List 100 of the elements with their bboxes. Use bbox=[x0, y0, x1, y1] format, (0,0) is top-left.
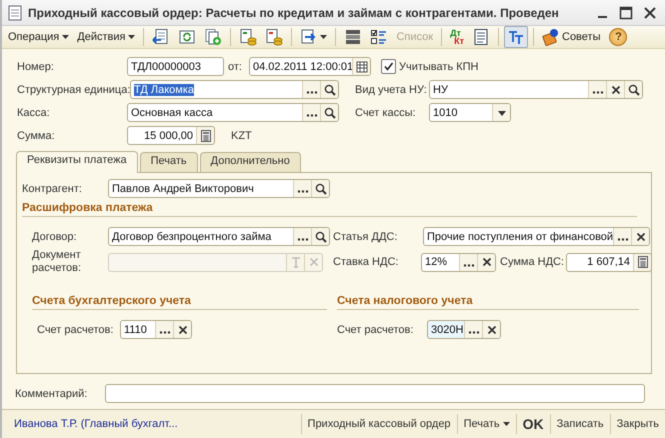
report-icon bbox=[472, 28, 490, 46]
search-icon bbox=[314, 182, 328, 196]
vat-amount-field[interactable]: 1 607,14 bbox=[566, 252, 652, 272]
cashbox-field[interactable]: Основная касса bbox=[127, 103, 339, 122]
ellipsis-icon bbox=[592, 91, 604, 94]
tab[interactable]: Печать bbox=[140, 152, 198, 172]
ellipsis-icon bbox=[468, 331, 480, 334]
vat-rate-field[interactable]: 12% bbox=[421, 252, 496, 272]
field-label: Счет кассы: bbox=[355, 106, 417, 118]
tab[interactable]: Реквизиты платежа bbox=[16, 151, 138, 173]
cash-flow-item-field[interactable]: Прочие поступления от финансовой bbox=[423, 227, 650, 246]
cash-account-field[interactable]: 1010 bbox=[429, 103, 511, 122]
caret-icon bbox=[502, 422, 510, 426]
field-label: Сумма: bbox=[17, 130, 56, 142]
search-icon bbox=[322, 106, 336, 120]
select-button[interactable] bbox=[464, 321, 482, 338]
clear-button[interactable] bbox=[631, 228, 649, 245]
contract-field[interactable]: Договор безпроцентного займа bbox=[108, 227, 330, 246]
search-button[interactable] bbox=[320, 104, 338, 121]
select-button[interactable] bbox=[155, 321, 173, 338]
calculator-icon bbox=[198, 128, 212, 142]
list-view-icon bbox=[344, 28, 362, 46]
clear-button[interactable] bbox=[606, 81, 624, 98]
field-label: Документ расчетов: bbox=[32, 249, 82, 275]
checklist-icon bbox=[370, 28, 388, 46]
field-label: Счет расчетов: bbox=[337, 324, 414, 336]
footer-button[interactable]: Приходный кассовый ордер bbox=[300, 414, 457, 434]
select-button[interactable] bbox=[302, 81, 320, 98]
comment-field[interactable] bbox=[105, 384, 645, 403]
counterparty-field[interactable]: Павлов Андрей Викторович bbox=[108, 179, 330, 198]
field-label: Структурная единица: bbox=[17, 84, 130, 96]
caret-icon bbox=[128, 35, 136, 39]
check-icon bbox=[383, 61, 394, 72]
field-label: Сумма НДС: bbox=[500, 256, 566, 268]
select-button[interactable] bbox=[613, 228, 631, 245]
currency-label: KZT bbox=[231, 130, 253, 142]
search-button[interactable] bbox=[311, 180, 329, 197]
minimize-icon bbox=[598, 16, 606, 18]
footer-button[interactable]: Закрыть bbox=[610, 414, 665, 434]
copy-add-icon bbox=[204, 28, 222, 46]
field-label: Вид учета НУ: bbox=[355, 84, 428, 96]
date-field[interactable]: 04.02.2011 12:00:01 bbox=[249, 57, 371, 76]
field-label: Счет расчетов: bbox=[37, 324, 114, 336]
search-icon bbox=[314, 230, 328, 244]
field-label: от: bbox=[228, 60, 243, 72]
tab[interactable]: Дополнительно bbox=[200, 152, 301, 172]
ellipsis-icon bbox=[616, 238, 628, 241]
account-field[interactable]: 1110 bbox=[120, 320, 192, 339]
filter-icon bbox=[507, 28, 525, 46]
select-button[interactable] bbox=[293, 228, 311, 245]
back-document-icon bbox=[152, 28, 170, 46]
search-icon bbox=[322, 82, 336, 96]
ellipsis-icon bbox=[158, 331, 170, 334]
maximize-icon bbox=[619, 6, 633, 20]
user-link[interactable]: Иванова Т.Р. (Главный бухгалт... bbox=[14, 418, 301, 430]
select-button[interactable] bbox=[302, 104, 320, 121]
print-menu-button[interactable]: Печать bbox=[456, 414, 516, 434]
checkbox[interactable] bbox=[381, 59, 396, 74]
section-title: Расшифровка платежа bbox=[22, 202, 154, 214]
number-field[interactable]: ТДЛ00000003 bbox=[127, 57, 224, 76]
ok-button[interactable]: OK bbox=[516, 414, 550, 434]
ellipsis-icon bbox=[306, 114, 318, 117]
unit-field[interactable]: ТД Лакомка bbox=[130, 80, 339, 99]
caret-icon bbox=[62, 35, 70, 39]
amount-field[interactable]: 15 000,00 bbox=[127, 126, 215, 145]
tax-kind-field[interactable]: НУ bbox=[429, 80, 643, 99]
search-button[interactable] bbox=[320, 81, 338, 98]
footer-button[interactable]: Записать bbox=[550, 414, 610, 434]
dropdown-button[interactable] bbox=[492, 104, 510, 121]
field-label: Комментарий: bbox=[15, 388, 88, 400]
debit-credit-button[interactable]: Дт Кт bbox=[447, 29, 467, 45]
clear-button[interactable] bbox=[477, 254, 495, 270]
clear-button[interactable] bbox=[482, 321, 500, 338]
document-coins-icon bbox=[239, 28, 258, 46]
ellipsis-icon bbox=[296, 190, 308, 193]
help-button[interactable]: ? bbox=[609, 28, 628, 46]
section-title: Счета бухгалтерского учета bbox=[32, 295, 191, 307]
search-button[interactable] bbox=[311, 228, 329, 245]
calculator-icon bbox=[636, 255, 650, 269]
tips-button[interactable]: Советы bbox=[539, 28, 604, 46]
field-label: Договор: bbox=[32, 230, 78, 242]
search-icon bbox=[626, 82, 640, 96]
checkbox-label: Учитывать КПН bbox=[399, 60, 480, 72]
account-field[interactable]: 3020Н bbox=[427, 320, 501, 339]
ellipsis-icon bbox=[306, 91, 318, 94]
toolbar-menu[interactable]: Действия bbox=[74, 31, 138, 43]
select-button[interactable] bbox=[459, 254, 477, 270]
toolbar-menu[interactable]: Операция bbox=[5, 31, 72, 43]
field-label: Ставка НДС: bbox=[333, 256, 400, 268]
calendar-button[interactable] bbox=[352, 58, 370, 75]
field-label: Контрагент: bbox=[22, 182, 83, 194]
calculator-button[interactable] bbox=[633, 254, 651, 270]
calculator-button[interactable] bbox=[196, 127, 214, 144]
select-button[interactable] bbox=[293, 180, 311, 197]
search-button[interactable] bbox=[624, 81, 642, 98]
select-button[interactable] bbox=[588, 81, 606, 98]
clear-button[interactable] bbox=[173, 321, 191, 338]
document-icon bbox=[8, 4, 22, 20]
field-label: Номер: bbox=[17, 60, 55, 72]
field-label: Статья ДДС: bbox=[333, 230, 398, 242]
